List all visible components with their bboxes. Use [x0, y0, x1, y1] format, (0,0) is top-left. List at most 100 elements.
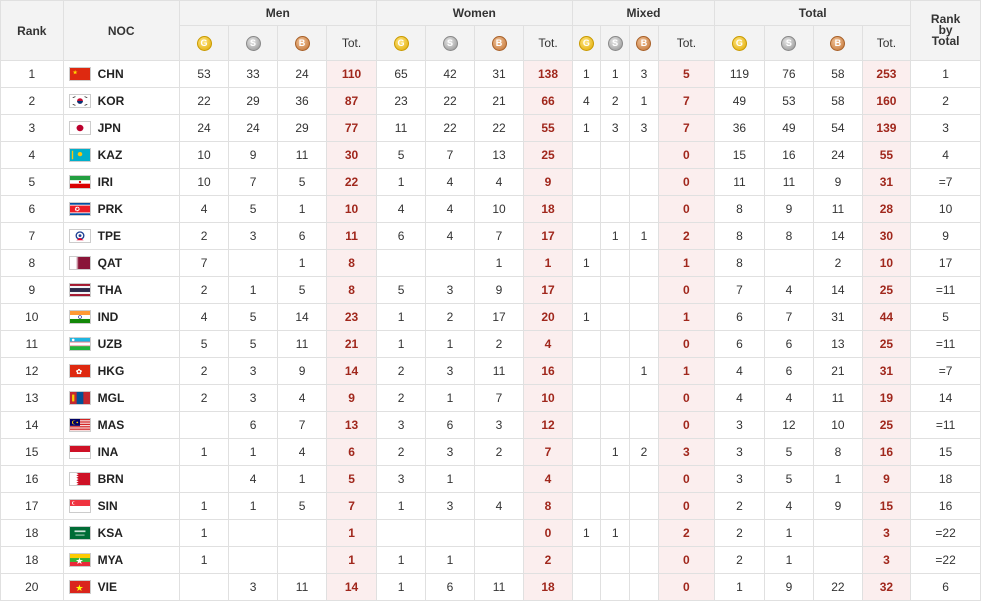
rank-cell: 10	[0, 303, 64, 331]
table-row: 20 ★ VIE 3 11 14 1 6 11 18 0 1 9 22 32 6	[0, 573, 981, 601]
mixed-gold-cell	[571, 357, 602, 385]
women-silver-cell: 42	[425, 60, 475, 88]
women-bronze-header[interactable]: B	[473, 25, 525, 61]
total-gold-header[interactable]: G	[714, 25, 765, 61]
men-gold-cell: 1	[178, 519, 230, 547]
mixed-tot-header[interactable]: Tot.	[657, 25, 716, 61]
noc-cell[interactable]: ★ CHN	[62, 60, 180, 88]
women-bronze-cell: 21	[473, 87, 525, 115]
men-silver-cell: 4	[228, 465, 278, 493]
gold-medal-icon: G	[731, 35, 747, 51]
noc-cell[interactable]: IRI	[62, 168, 180, 196]
noc-cell[interactable]: MAS	[62, 411, 180, 439]
men-silver-header[interactable]: S	[228, 25, 278, 61]
men-silver-cell	[228, 519, 278, 547]
noc-header[interactable]: NOC	[62, 0, 180, 61]
men-bronze-cell	[276, 519, 328, 547]
mixed-silver-header[interactable]: S	[600, 25, 631, 61]
noc-code: BRN	[97, 471, 124, 486]
rank-cell: 6	[0, 195, 64, 223]
saudi-arabia-flag-icon	[68, 526, 91, 541]
men-tot-header[interactable]: Tot.	[326, 25, 377, 61]
mixed-silver-cell	[600, 573, 631, 601]
noc-cell[interactable]: KAZ	[62, 141, 180, 169]
table-row: 3 JPN 24 24 29 77 11 22 22 55 1 3 3 7 36 49 54 139 3	[0, 114, 981, 142]
mixed-bronze-cell: 2	[629, 438, 659, 466]
noc-cell[interactable]: KSA	[62, 519, 180, 547]
women-bronze-cell: 3	[473, 411, 525, 439]
noc-cell[interactable]: ✿ HKG	[62, 357, 180, 385]
mixed-gold-cell: 1	[571, 303, 602, 331]
mixed-silver-cell	[600, 303, 631, 331]
total-gold-cell: 1	[714, 573, 765, 601]
total-bronze-cell: 54	[813, 114, 863, 142]
noc-cell[interactable]: BRN	[62, 465, 180, 493]
noc-cell[interactable]: JPN	[62, 114, 180, 142]
total-bronze-cell: 14	[813, 276, 863, 304]
total-tot-header[interactable]: Tot.	[861, 25, 912, 61]
men-gold-cell: 10	[178, 141, 230, 169]
total-bronze-cell: 31	[813, 303, 863, 331]
total-bronze-header[interactable]: B	[813, 25, 863, 61]
mixed-bronze-cell: 3	[629, 114, 659, 142]
men-gold-cell: 24	[178, 114, 230, 142]
men-bronze-header[interactable]: B	[276, 25, 328, 61]
women-gold-cell: 1	[375, 303, 427, 331]
qatar-flag-icon	[68, 256, 91, 271]
gold-medal-icon: G	[196, 35, 212, 51]
medal-table: Rank NOC Men Women Mixed Total Rank by Tot…	[0, 0, 981, 601]
mixed-gold-header[interactable]: G	[571, 25, 602, 61]
mixed-tot-cell: 0	[657, 168, 716, 196]
men-gold-header[interactable]: G	[178, 25, 230, 61]
noc-cell[interactable]: ★ PRK	[62, 195, 180, 223]
rank-by-total-cell: =22	[910, 546, 981, 574]
men-tot-cell: 23	[326, 303, 377, 331]
bronze-medal-icon: B	[294, 35, 310, 51]
table-row: 6 ★ PRK 4 5 1 10 4 4 10 18 0 8 9 11 28 10	[0, 195, 981, 223]
mixed-bronze-cell: 1	[629, 357, 659, 385]
table-row: 5 IRI 10 7 5 22 1 4 4 9 0 11 11 9 31 =7	[0, 168, 981, 196]
women-silver-cell: 3	[425, 276, 475, 304]
noc-cell[interactable]: ★ VIE	[62, 573, 180, 601]
men-gold-cell: 1	[178, 546, 230, 574]
noc-cell[interactable]: IND	[62, 303, 180, 331]
men-tot-cell: 21	[326, 330, 377, 358]
noc-cell[interactable]: INA	[62, 438, 180, 466]
noc-cell[interactable]: UZB	[62, 330, 180, 358]
noc-cell[interactable]: MGL	[62, 384, 180, 412]
men-bronze-cell: 1	[276, 465, 328, 493]
total-bronze-cell: 8	[813, 438, 863, 466]
women-gold-cell: 1	[375, 492, 427, 520]
noc-code: KSA	[97, 525, 123, 540]
mixed-bronze-cell	[629, 492, 659, 520]
noc-cell[interactable]: THA	[62, 276, 180, 304]
total-tot-cell: 160	[861, 87, 912, 115]
women-silver-header[interactable]: S	[425, 25, 475, 61]
women-silver-cell: 6	[425, 573, 475, 601]
table-row: 10 IND 4 5 14 23 1 2 17 20 1 1 6 7 31 44 5	[0, 303, 981, 331]
noc-cell[interactable]: KOR	[62, 87, 180, 115]
men-bronze-cell: 4	[276, 384, 328, 412]
noc-cell[interactable]: TPE	[62, 222, 180, 250]
table-row: 8 QAT 7 1 8 1 1 1 1 8 2 10 17	[0, 249, 981, 277]
women-gold-cell: 5	[375, 141, 427, 169]
total-silver-header[interactable]: S	[763, 25, 815, 61]
noc-cell[interactable]: QAT	[62, 249, 180, 277]
rank-by-total-header[interactable]: Rank by Total	[910, 0, 981, 61]
rank-header[interactable]: Rank	[0, 0, 64, 61]
men-tot-cell: 77	[326, 114, 377, 142]
mixed-bronze-header[interactable]: B	[629, 25, 659, 61]
women-header: Women	[375, 0, 573, 26]
hong-kong-flag-icon: ✿	[68, 364, 91, 379]
women-silver-cell: 22	[425, 87, 475, 115]
women-silver-cell: 6	[425, 411, 475, 439]
women-tot-header[interactable]: Tot.	[523, 25, 573, 61]
rank-cell: 13	[0, 384, 64, 412]
total-tot-cell: 253	[861, 60, 912, 88]
noc-cell[interactable]: ★ MYA	[62, 546, 180, 574]
rank-by-total-cell: =22	[910, 519, 981, 547]
silver-medal-icon: S	[442, 35, 458, 51]
mixed-gold-cell	[571, 330, 602, 358]
noc-cell[interactable]: SIN	[62, 492, 180, 520]
women-gold-header[interactable]: G	[375, 25, 427, 61]
